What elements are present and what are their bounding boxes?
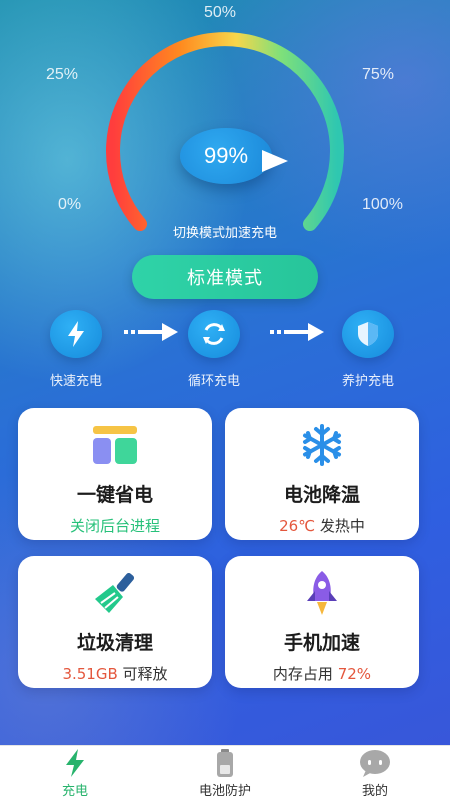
card-power-save-title: 一键省电 bbox=[76, 484, 153, 506]
card-power-save[interactable]: 一键省电 关闭后台进程 bbox=[18, 408, 212, 540]
snowflake-icon bbox=[225, 422, 419, 468]
lightning-icon bbox=[50, 310, 102, 358]
gauge-tick-0: 0% bbox=[58, 196, 82, 213]
card-phone-boost-title: 手机加速 bbox=[283, 632, 360, 654]
tab-charge[interactable]: 充电 bbox=[20, 748, 130, 799]
cycle-icon bbox=[188, 310, 240, 358]
tab-me-label: 我的 bbox=[361, 784, 388, 799]
gauge-tick-100: 100% bbox=[362, 196, 403, 213]
charge-icon bbox=[20, 748, 130, 778]
card-battery-cool-sub: 26℃ 发热中 bbox=[225, 515, 419, 536]
card-junk-clean-title: 垃圾清理 bbox=[76, 632, 153, 654]
gauge-tick-50: 50% bbox=[204, 4, 237, 21]
rocket-icon bbox=[225, 570, 419, 616]
tab-battery-protect-label: 电池防护 bbox=[198, 784, 251, 799]
card-phone-boost[interactable]: 手机加速 内存占用 72% bbox=[225, 556, 419, 688]
stage-maintenance-label: 养护充电 bbox=[341, 374, 394, 389]
charge-mode-button[interactable]: 标准模式 bbox=[132, 255, 318, 299]
card-power-save-sub: 关闭后台进程 bbox=[69, 517, 160, 535]
charge-mode-label: 标准模式 bbox=[187, 268, 263, 289]
arrow-connector-2 bbox=[270, 323, 324, 341]
stage-fast-label: 快速充电 bbox=[49, 374, 102, 389]
bottom-tab-bar: 充电 电池防护 我的 bbox=[0, 745, 450, 800]
junk-size: 3.51GB bbox=[62, 665, 118, 683]
switch-mode-hint: 切换模式加速充电 bbox=[172, 226, 277, 241]
battery-percent-bubble: 99% bbox=[180, 128, 272, 184]
battery-percent-text: 99% bbox=[203, 143, 249, 168]
gauge-tick-75: 75% bbox=[362, 66, 395, 83]
battery-temperature: 26℃ bbox=[279, 517, 316, 535]
card-battery-cool[interactable]: 电池降温 26℃ 发热中 bbox=[225, 408, 419, 540]
charge-gauge: 0% 25% 50% 75% 100% 99% 切换模式加速充电 bbox=[0, 0, 450, 250]
battery-icon bbox=[170, 748, 280, 778]
shield-icon bbox=[342, 310, 394, 358]
app-grid-icon bbox=[18, 422, 212, 468]
tab-battery-protect[interactable]: 电池防护 bbox=[170, 748, 280, 799]
broom-icon bbox=[18, 570, 212, 616]
arrow-connector-1 bbox=[124, 323, 178, 341]
gauge-tick-25: 25% bbox=[46, 66, 79, 83]
stage-maintenance-charge[interactable]: 养护充电 bbox=[328, 310, 408, 389]
gauge-pointer-icon bbox=[262, 150, 288, 172]
card-phone-boost-sub: 内存占用 72% bbox=[225, 663, 419, 684]
stage-cycle-charge[interactable]: 循环充电 bbox=[174, 310, 254, 389]
battery-heat-status: 发热中 bbox=[319, 517, 365, 535]
junk-releasable: 可释放 bbox=[122, 665, 168, 683]
card-junk-clean-sub: 3.51GB 可释放 bbox=[18, 663, 212, 684]
tab-me[interactable]: 我的 bbox=[320, 748, 430, 799]
memory-usage-label: 内存占用 bbox=[272, 665, 333, 683]
card-battery-cool-title: 电池降温 bbox=[283, 484, 360, 506]
stage-cycle-label: 循环充电 bbox=[187, 374, 240, 389]
card-junk-clean[interactable]: 垃圾清理 3.51GB 可释放 bbox=[18, 556, 212, 688]
chat-face-icon bbox=[320, 748, 430, 778]
tab-charge-label: 充电 bbox=[61, 784, 88, 799]
stage-fast-charge[interactable]: 快速充电 bbox=[36, 310, 116, 389]
memory-usage-value: 72% bbox=[337, 665, 372, 683]
